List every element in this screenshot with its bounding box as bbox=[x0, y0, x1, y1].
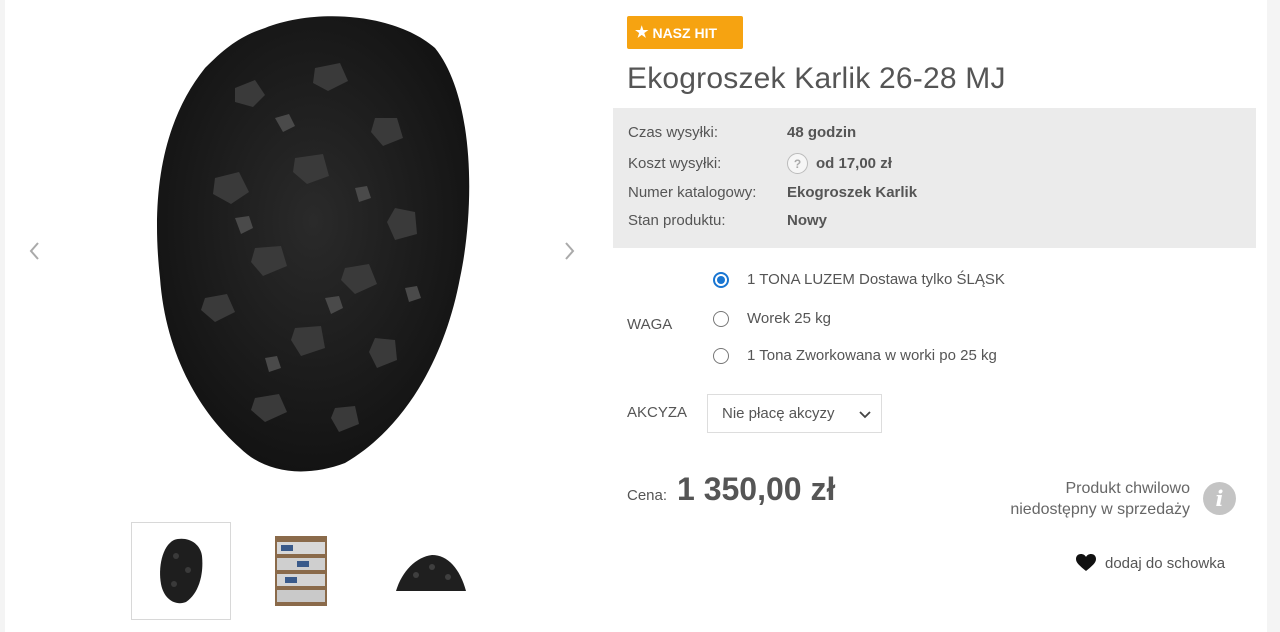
shipping-time-label: Czas wysyłki: bbox=[628, 124, 719, 141]
gallery-thumbnail-3[interactable] bbox=[381, 522, 481, 620]
excise-label: AKCYZA bbox=[627, 404, 688, 421]
shipping-cost-value: od 17,00 zł bbox=[816, 155, 892, 172]
price-value: 1 350,00 zł bbox=[677, 471, 836, 507]
availability-line-1: Produkt chwilowo bbox=[1065, 480, 1191, 497]
condition-row: Stan produktu: Nowy bbox=[628, 212, 827, 229]
gallery-next-arrow[interactable] bbox=[563, 240, 579, 264]
weight-option-label: 1 Tona Zworkowana w worki po 25 kg bbox=[747, 347, 997, 364]
coal-pile-thumbnail-image bbox=[396, 555, 466, 591]
excise-select-value: Nie płacę akcyzy bbox=[722, 405, 835, 422]
hit-badge-label: NASZ HIT bbox=[652, 24, 718, 41]
availability-status: Produkt chwilowo niedostępny w sprzedaży bbox=[945, 478, 1190, 520]
shipping-cost-label: Koszt wysyłki: bbox=[628, 155, 722, 172]
add-to-wishlist-link[interactable]: dodaj do schowka bbox=[1076, 554, 1225, 572]
shipping-time-value: 48 godzin bbox=[787, 124, 857, 141]
product-card: ★ NASZ HIT Ekogroszek Karlik 26-28 MJ Cz… bbox=[5, 0, 1267, 632]
star-icon: ★ bbox=[635, 24, 649, 41]
weight-option-label: 1 TONA LUZEM Dostawa tylko ŚLĄSK bbox=[747, 271, 1005, 288]
gallery-thumbnail-1[interactable] bbox=[131, 522, 231, 620]
product-main-image[interactable] bbox=[145, 8, 475, 478]
excise-select[interactable]: Nie płacę akcyzy bbox=[707, 394, 882, 433]
price-label: Cena: bbox=[627, 487, 668, 504]
heart-icon bbox=[1076, 554, 1096, 571]
gallery-prev-arrow[interactable] bbox=[27, 240, 43, 264]
radio-button-selected[interactable] bbox=[713, 271, 729, 288]
catalog-number-row: Numer katalogowy: Ekogroszek Karlik bbox=[628, 184, 917, 201]
weight-option-2[interactable]: Worek 25 kg bbox=[713, 310, 831, 327]
catalog-number-label: Numer katalogowy: bbox=[628, 184, 757, 201]
weight-option-3[interactable]: 1 Tona Zworkowana w worki po 25 kg bbox=[713, 347, 997, 364]
chevron-down-icon bbox=[859, 411, 871, 419]
catalog-number-value: Ekogroszek Karlik bbox=[787, 184, 918, 201]
shipping-time-row: Czas wysyłki: 48 godzin bbox=[628, 124, 856, 141]
weight-option-1[interactable]: 1 TONA LUZEM Dostawa tylko ŚLĄSK bbox=[713, 271, 1005, 288]
coal-thumbnail-image bbox=[160, 538, 203, 604]
weight-option-label: Worek 25 kg bbox=[747, 310, 831, 327]
weight-label: WAGA bbox=[627, 316, 673, 333]
availability-line-2: niedostępny w sprzedaży bbox=[1010, 501, 1190, 518]
wishlist-label: dodaj do schowka bbox=[1105, 554, 1226, 572]
question-icon[interactable]: ? bbox=[787, 153, 808, 174]
condition-value: Nowy bbox=[787, 212, 828, 229]
radio-button[interactable] bbox=[713, 347, 729, 364]
product-details-box: Czas wysyłki: 48 godzin Koszt wysyłki: ?… bbox=[613, 108, 1256, 248]
info-icon[interactable]: i bbox=[1203, 482, 1236, 515]
product-gallery bbox=[5, 0, 605, 632]
gallery-thumbnail-2[interactable] bbox=[251, 522, 351, 620]
sacks-thumbnail-image bbox=[275, 536, 327, 606]
condition-label: Stan produktu: bbox=[628, 212, 726, 229]
shipping-cost-row: Koszt wysyłki: ? od 17,00 zł bbox=[628, 153, 892, 174]
product-title: Ekogroszek Karlik 26-28 MJ bbox=[627, 62, 1006, 95]
radio-button[interactable] bbox=[713, 310, 729, 327]
hit-badge: ★ NASZ HIT bbox=[627, 16, 743, 49]
